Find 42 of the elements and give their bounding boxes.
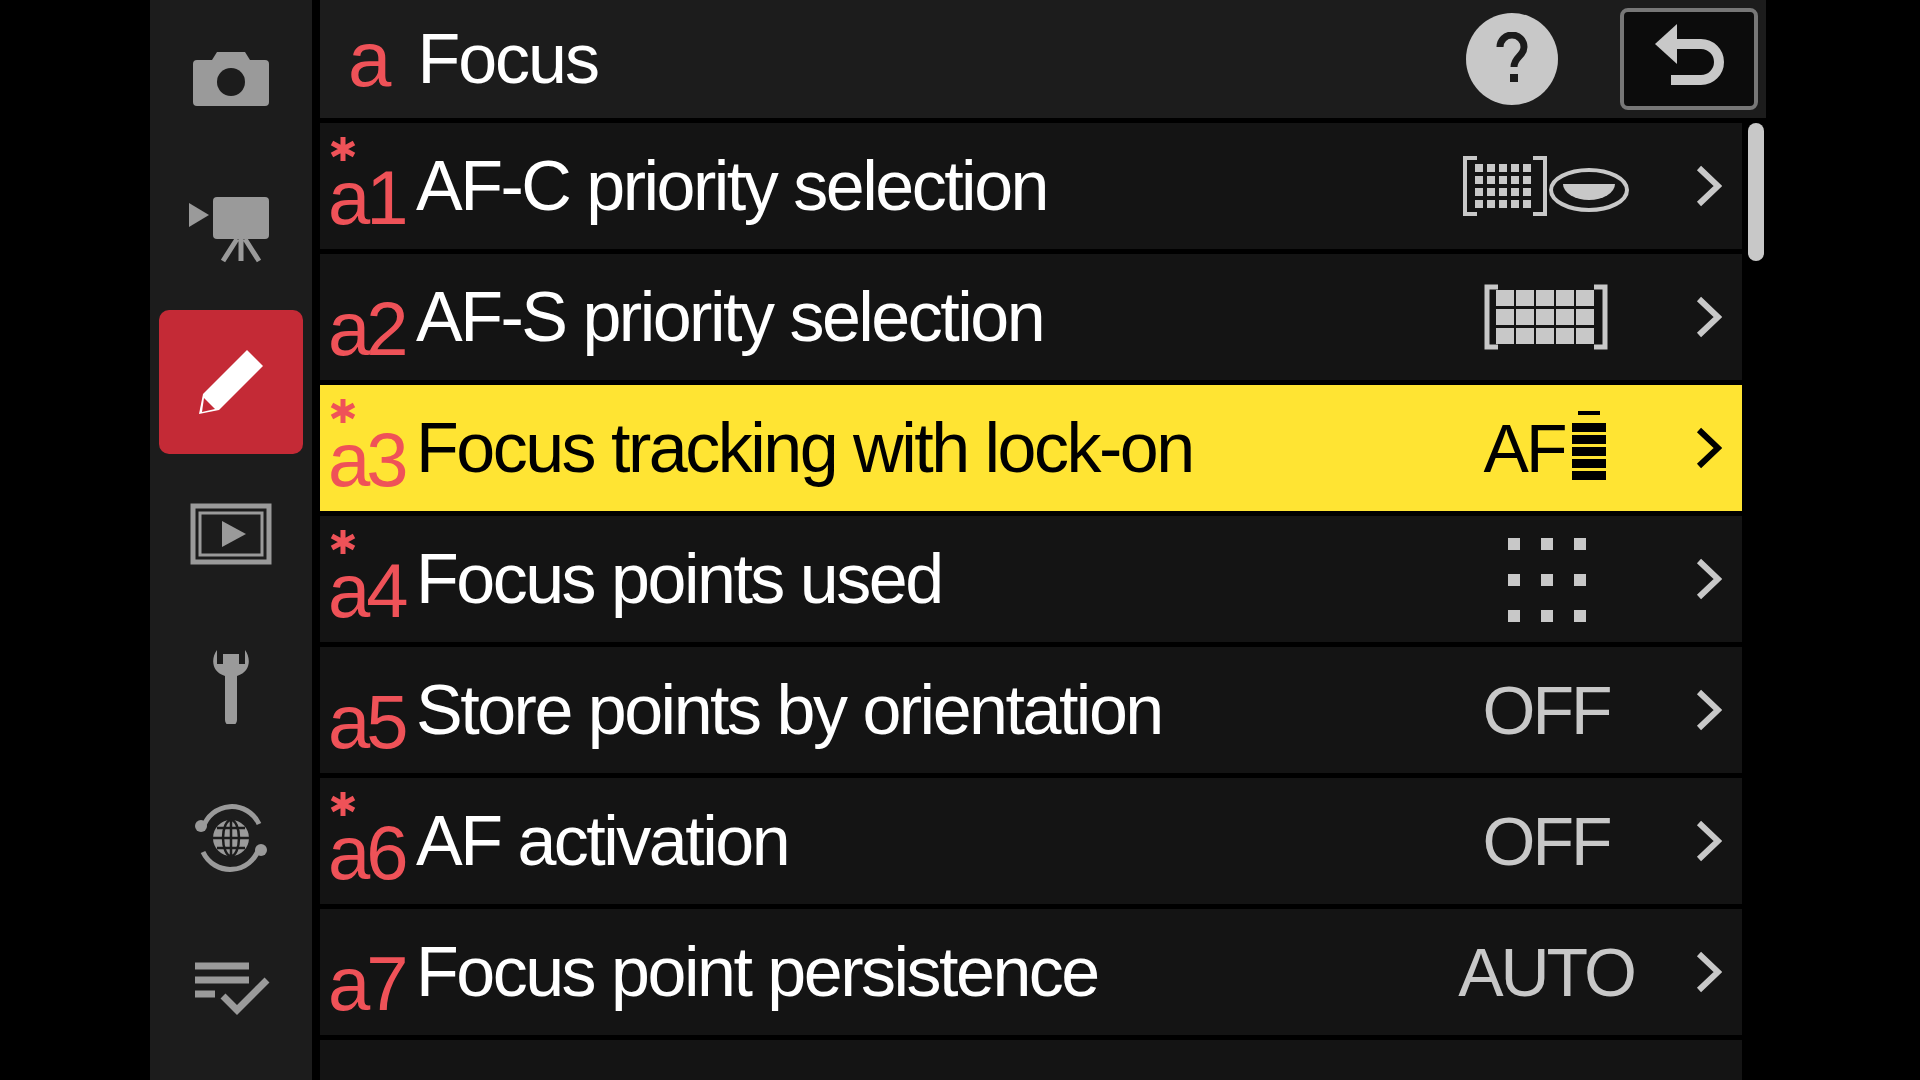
chevron-right-icon bbox=[1696, 688, 1722, 732]
setting-value: AF bbox=[1483, 414, 1565, 482]
item-code: a3 bbox=[328, 422, 405, 498]
chevron-right-icon bbox=[1696, 950, 1722, 994]
wrench-icon bbox=[211, 648, 251, 724]
scrollbar-thumb[interactable] bbox=[1748, 123, 1764, 261]
menu-title: Focus bbox=[417, 24, 599, 94]
menu-row[interactable]: a1AF-C priority selection bbox=[320, 123, 1742, 249]
item-label: AF-C priority selection bbox=[415, 146, 1048, 226]
item-label: AF activation bbox=[415, 801, 790, 881]
item-code: a1 bbox=[328, 160, 405, 236]
menu-letter: a bbox=[348, 20, 392, 98]
chevron-right-icon bbox=[1696, 426, 1722, 470]
chevron-right-icon bbox=[1696, 164, 1722, 208]
setting-value: OFF bbox=[1482, 676, 1610, 744]
focus-area-grid-icon bbox=[1484, 284, 1608, 350]
setting-value: AUTO bbox=[1458, 938, 1634, 1006]
menu-row[interactable]: a3 Focus tracking with lock-on AF bbox=[320, 385, 1742, 511]
menu-row[interactable]: a4 Focus points used bbox=[320, 516, 1742, 642]
menu-row[interactable]: a2AF-S priority selection bbox=[320, 254, 1742, 380]
menu-row[interactable]: a7 Focus point persistence AUTO bbox=[320, 909, 1742, 1035]
item-code: a2 bbox=[328, 291, 405, 367]
menu-row[interactable]: a6AF activation OFF bbox=[320, 778, 1742, 904]
item-code: a7 bbox=[328, 946, 405, 1022]
item-label: Store points by orientation bbox=[415, 670, 1163, 750]
back-button[interactable] bbox=[1620, 8, 1758, 110]
chevron-right-icon bbox=[1696, 819, 1722, 863]
menu-tab[interactable] bbox=[159, 310, 303, 454]
chevron-right-icon bbox=[1696, 557, 1722, 601]
item-label: AF-S priority selection bbox=[415, 277, 1045, 357]
item-label: Focus point persistence bbox=[415, 932, 1099, 1012]
chevron-right-icon bbox=[1696, 295, 1722, 339]
item-label: Focus tracking with lock-on bbox=[415, 408, 1194, 488]
playback-icon bbox=[190, 503, 272, 565]
dot-grid-icon bbox=[1506, 536, 1586, 622]
item-code: a5 bbox=[328, 684, 405, 760]
focus-release-icon bbox=[1463, 156, 1629, 216]
item-label: Focus points used bbox=[415, 539, 943, 619]
menu-row[interactable]: a5Store points by orientation OFF bbox=[320, 647, 1742, 773]
item-code: a4 bbox=[328, 553, 405, 629]
item-code: a6 bbox=[328, 815, 405, 891]
setting-value: OFF bbox=[1482, 807, 1610, 875]
